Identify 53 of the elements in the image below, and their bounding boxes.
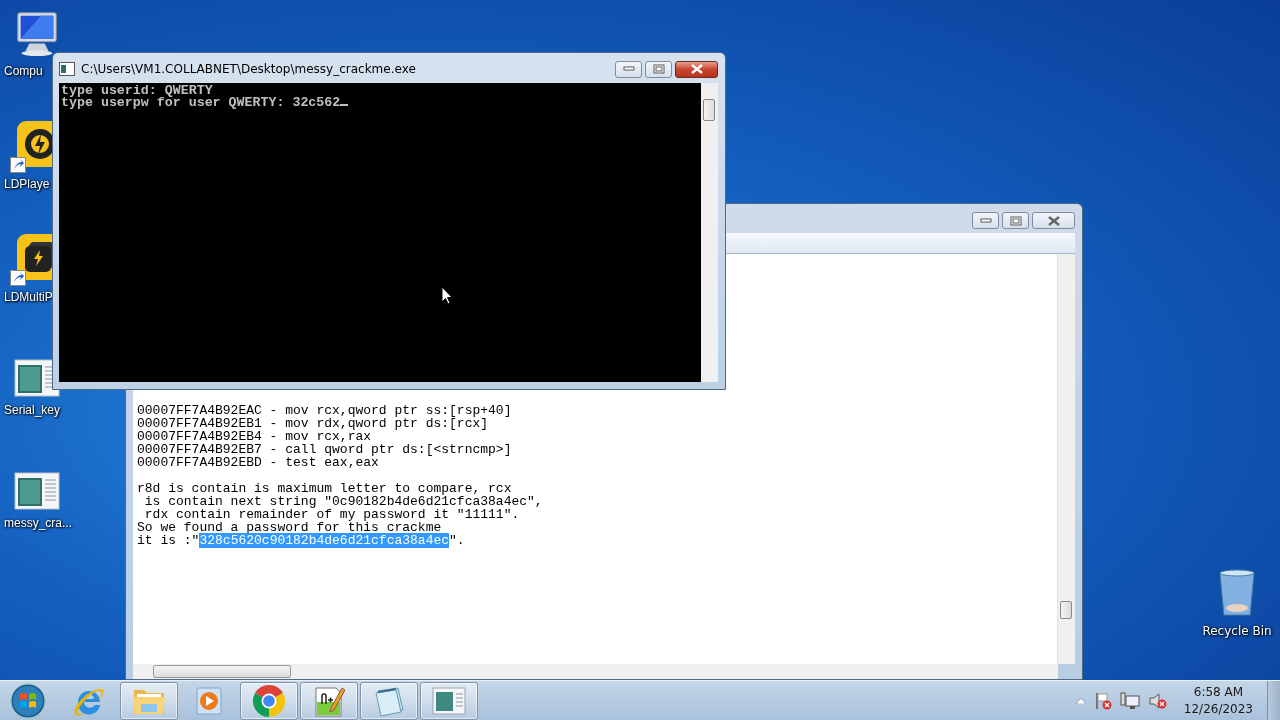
show-hidden-icons-icon[interactable] (1075, 697, 1086, 704)
desktop-icon-label[interactable]: Compu (4, 64, 43, 78)
notepad-icon (372, 684, 406, 717)
mouse-pointer-icon (441, 286, 453, 305)
maximize-button[interactable] (1002, 212, 1029, 229)
desktop-icon-label[interactable]: messy_cra... (4, 516, 72, 530)
close-icon (689, 64, 704, 74)
taskbar-button[interactable] (420, 681, 478, 720)
chrome-browser-icon (252, 683, 286, 718)
desktop-icon-label[interactable]: Recycle Bin (1202, 624, 1272, 638)
media-player-icon (194, 685, 224, 716)
minimize-icon (979, 217, 992, 224)
window-title: C:\Users\VM1.COLLABNET\Desktop\messy_crackme.exe (81, 62, 416, 76)
text-cursor (340, 104, 349, 106)
app-window-icon (14, 472, 60, 510)
console-output[interactable]: type userid: QWERTY type userpw for user QWERTY: 32c562 (59, 83, 701, 382)
text-line: 00007FF7A4B92EB7 - call qword ptr ds:[<strncmp>] (137, 443, 513, 456)
clock-date: 12/26/2023 (1183, 700, 1253, 718)
app-window-icon (432, 686, 466, 715)
vertical-scrollbar[interactable] (1057, 254, 1075, 664)
vertical-scrollbar[interactable] (701, 83, 718, 382)
text-line: 00007FF7A4B92EBD - test eax,eax (137, 456, 379, 469)
text-line: r8d is contain is maximum letter to compare, rcx (137, 482, 512, 495)
show-desktop-button[interactable] (1267, 681, 1280, 720)
muted-speaker-icon[interactable] (1147, 691, 1168, 710)
clock-time: 6:58 AM (1193, 683, 1244, 701)
recycle-bin-icon (1217, 568, 1257, 618)
close-icon (1046, 215, 1061, 226)
console-line: type userid: QWERTY (61, 83, 213, 98)
desktop-icon-label[interactable]: Serial_key (4, 403, 61, 417)
close-button[interactable] (675, 60, 718, 78)
minimize-icon (622, 66, 635, 72)
console-window-icon (59, 62, 75, 76)
taskbar-button[interactable] (300, 681, 358, 720)
text-line: 00007FF7A4B92EB4 - mov rcx,rax (137, 430, 372, 443)
desktop-icon-label[interactable]: LDMultiP (4, 290, 53, 304)
text-line: is contain next string "0c90182b4de6d21cfca38a4ec", (143, 495, 544, 508)
close-button[interactable] (1032, 212, 1075, 229)
taskbar-button[interactable] (240, 681, 298, 720)
maximize-icon (1009, 215, 1022, 226)
maximize-icon (652, 64, 665, 74)
flag-error-icon[interactable] (1093, 691, 1112, 710)
text-line: 00007FF7A4B92EAC - mov rcx,qword ptr ss:[rsp+40] (137, 404, 513, 417)
minimize-button[interactable] (972, 212, 999, 229)
text-line: 00007FF7A4B92EB1 - mov rdx,qword ptr ds:[rcx] (137, 417, 489, 430)
maximize-button[interactable] (645, 60, 672, 78)
desktop-icon-label[interactable]: LDPlaye (4, 177, 50, 191)
horizontal-scrollbar[interactable] (133, 664, 1058, 679)
minimize-button[interactable] (615, 60, 642, 78)
taskbar-button[interactable] (120, 681, 178, 720)
text-line: rdx contain remainder of my password it "11111". (143, 508, 521, 521)
network-icon[interactable] (1119, 691, 1140, 710)
text-line: So we found a password for this crackme (137, 521, 443, 534)
